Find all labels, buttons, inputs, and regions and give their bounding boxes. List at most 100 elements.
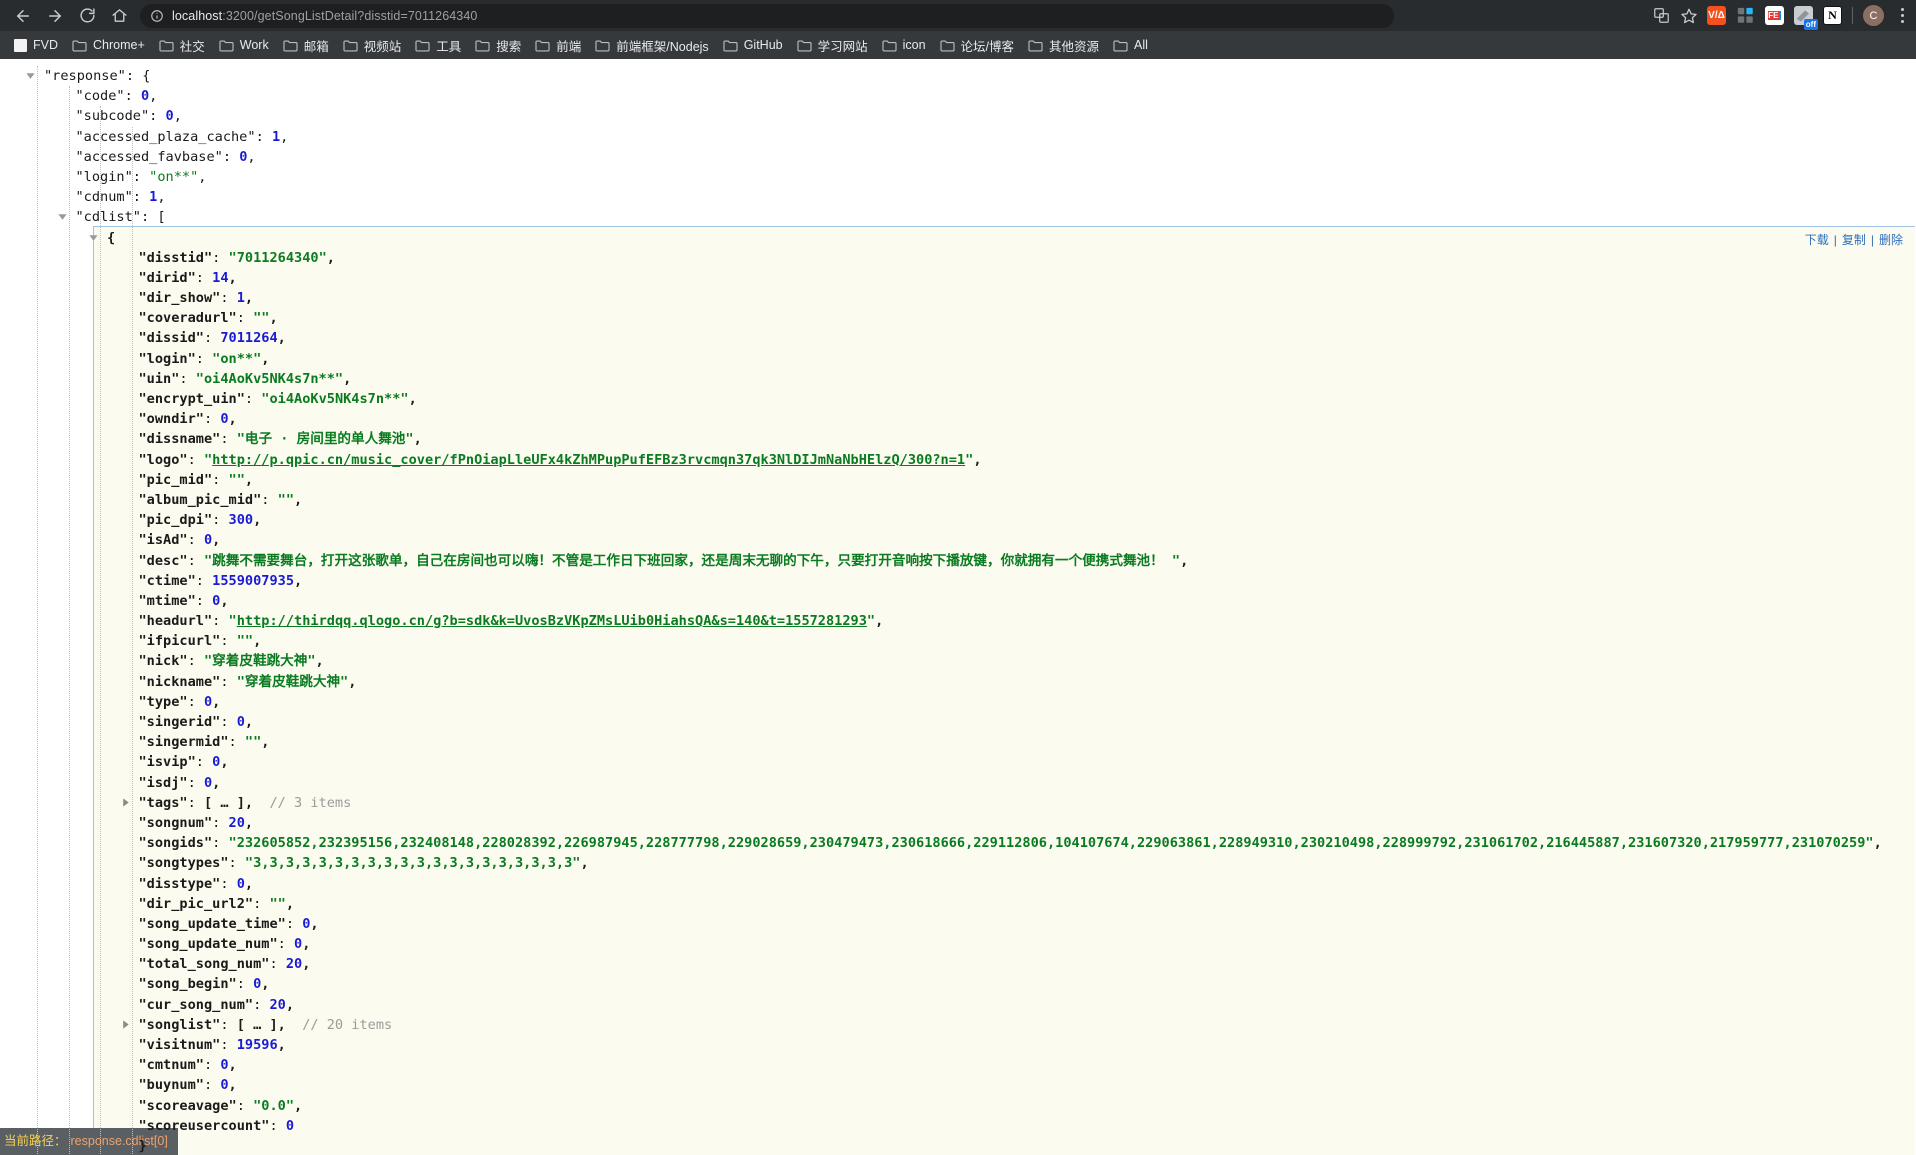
- expand-triangle-icon[interactable]: [120, 1019, 131, 1030]
- home-icon[interactable]: [104, 3, 134, 29]
- bookmark-item[interactable]: Work: [213, 35, 277, 55]
- json-colon: :: [229, 855, 245, 871]
- bookmark-item[interactable]: 前端框架/Nodejs: [589, 33, 716, 58]
- address-bar[interactable]: localhost:3200/getSongListDetail?disstid…: [140, 4, 1394, 28]
- collapse-triangle-icon[interactable]: [25, 70, 36, 81]
- bookmark-label: 工具: [436, 36, 461, 55]
- bookmark-item[interactable]: GitHub: [717, 35, 791, 55]
- folder-icon: [882, 39, 897, 52]
- json-line: "response": {: [0, 66, 1916, 86]
- json-line: "buynum": 0,: [0, 1075, 1916, 1095]
- proxy-switchy-extension-icon[interactable]: off: [1794, 6, 1813, 25]
- json-key: "isvip": [139, 754, 196, 770]
- bookmark-item[interactable]: 学习网站: [791, 33, 876, 58]
- collapse-triangle-icon[interactable]: [57, 211, 68, 222]
- json-value-link[interactable]: "http://p.qpic.cn/music_cover/fPnOiapLle…: [204, 452, 973, 468]
- json-key: "dirid": [139, 270, 196, 286]
- json-comma: ,: [280, 129, 288, 145]
- json-key: "dir_show": [139, 290, 221, 306]
- bookmark-label: 其他资源: [1049, 36, 1099, 55]
- fehelper-extension-icon[interactable]: FE: [1765, 6, 1784, 25]
- json-colon: :: [196, 754, 212, 770]
- json-comma: ,: [348, 674, 356, 690]
- json-colon: :: [125, 88, 141, 104]
- json-key: "login": [76, 169, 133, 185]
- reload-icon[interactable]: [72, 3, 102, 29]
- json-value: {: [142, 68, 150, 84]
- bookmark-item[interactable]: FVD: [8, 35, 66, 55]
- bookmark-item[interactable]: 视频站: [337, 33, 410, 58]
- json-value: "232605852,232395156,232408148,228028392…: [229, 835, 1874, 851]
- json-key: "pic_dpi": [139, 512, 213, 528]
- json-comma: ,: [229, 1057, 237, 1073]
- profile-avatar[interactable]: C: [1863, 5, 1884, 26]
- json-key: "songids": [139, 835, 213, 851]
- json-line: "dissname": "电子 · 房间里的单人舞池",: [0, 429, 1916, 449]
- json-key: "tags": [139, 795, 188, 811]
- bookmark-item[interactable]: 搜索: [469, 33, 529, 58]
- json-value: "": [245, 734, 261, 750]
- json-colon: :: [237, 1098, 253, 1114]
- json-value-link[interactable]: "http://thirdqq.qlogo.cn/g?b=sdk&k=UvosB…: [229, 613, 876, 629]
- json-comma: ,: [310, 916, 318, 932]
- json-colon: :: [141, 209, 157, 225]
- delete-link[interactable]: 删除: [1874, 230, 1908, 250]
- bookmark-item[interactable]: icon: [876, 35, 934, 55]
- expand-triangle-icon[interactable]: [120, 797, 131, 808]
- json-comma: ,: [286, 896, 294, 912]
- bookmark-item[interactable]: Chrome+: [66, 35, 153, 55]
- bookmark-item[interactable]: 论坛/博客: [934, 33, 1022, 58]
- kebab-menu-icon[interactable]: [1894, 8, 1910, 23]
- json-value: 0: [286, 1118, 294, 1134]
- bookmark-item[interactable]: 邮箱: [277, 33, 337, 58]
- bookmark-item[interactable]: All: [1107, 35, 1156, 55]
- json-key: "owndir": [139, 411, 204, 427]
- vue-devtools-extension-icon[interactable]: V/Δ: [1707, 6, 1726, 25]
- json-colon: :: [196, 593, 212, 609]
- json-value: [ … ]: [237, 1017, 278, 1033]
- back-arrow-icon[interactable]: [8, 3, 38, 29]
- forward-arrow-icon[interactable]: [40, 3, 70, 29]
- download-link[interactable]: 下载: [1800, 230, 1834, 250]
- folder-icon: [1113, 39, 1128, 52]
- json-value: 19596: [237, 1037, 278, 1053]
- json-key: "disstype": [139, 876, 221, 892]
- fehelper-label-bottom: [1779, 11, 1781, 20]
- bookmark-item[interactable]: 工具: [409, 33, 469, 58]
- json-key: "response": [44, 68, 126, 84]
- json-line: "dir_pic_url2": "",: [0, 894, 1916, 914]
- translate-icon[interactable]: [1653, 7, 1670, 24]
- toolbar-divider: [1852, 7, 1853, 24]
- json-comma: ,: [294, 492, 302, 508]
- json-line: "disstype": 0,: [0, 874, 1916, 894]
- json-line: "singermid": "",: [0, 732, 1916, 752]
- json-line: "songtypes": "3,3,3,3,3,3,3,3,3,3,3,3,3,…: [0, 853, 1916, 873]
- collapse-triangle-icon[interactable]: [88, 232, 99, 243]
- json-line: "total_song_num": 20,: [0, 954, 1916, 974]
- notion-web-clipper-extension-icon[interactable]: N: [1823, 6, 1842, 25]
- star-icon[interactable]: [1680, 7, 1697, 24]
- apps-grid-extension-icon[interactable]: [1736, 6, 1755, 25]
- bookmark-item[interactable]: 其他资源: [1022, 33, 1107, 58]
- json-key: "accessed_plaza_cache": [76, 129, 256, 145]
- info-circle-icon[interactable]: [150, 9, 164, 23]
- json-colon: :: [188, 795, 204, 811]
- json-value: "穿着皮鞋跳大神": [237, 674, 349, 690]
- json-key: "song_begin": [139, 976, 237, 992]
- json-line: "logo": "http://p.qpic.cn/music_cover/fP…: [0, 450, 1916, 470]
- json-line: "disstid": "7011264340",: [0, 248, 1916, 268]
- json-value: 1559007935: [212, 573, 294, 589]
- json-key: "code": [76, 88, 125, 104]
- json-comma: ,: [286, 997, 294, 1013]
- json-line: "cdlist": [: [0, 207, 1916, 227]
- json-key: "dir_pic_url2": [139, 896, 254, 912]
- json-line: "dir_show": 1,: [0, 288, 1916, 308]
- copy-link[interactable]: 复制: [1837, 230, 1871, 250]
- bookmark-item[interactable]: 社交: [153, 33, 213, 58]
- json-value: "3,3,3,3,3,3,3,3,3,3,3,3,3,3,3,3,3,3,3,3…: [245, 855, 581, 871]
- json-key: "pic_mid": [139, 472, 213, 488]
- json-colon: :: [188, 532, 204, 548]
- bookmark-item[interactable]: 前端: [529, 33, 589, 58]
- json-value: "": [229, 472, 245, 488]
- json-colon: :: [149, 108, 165, 124]
